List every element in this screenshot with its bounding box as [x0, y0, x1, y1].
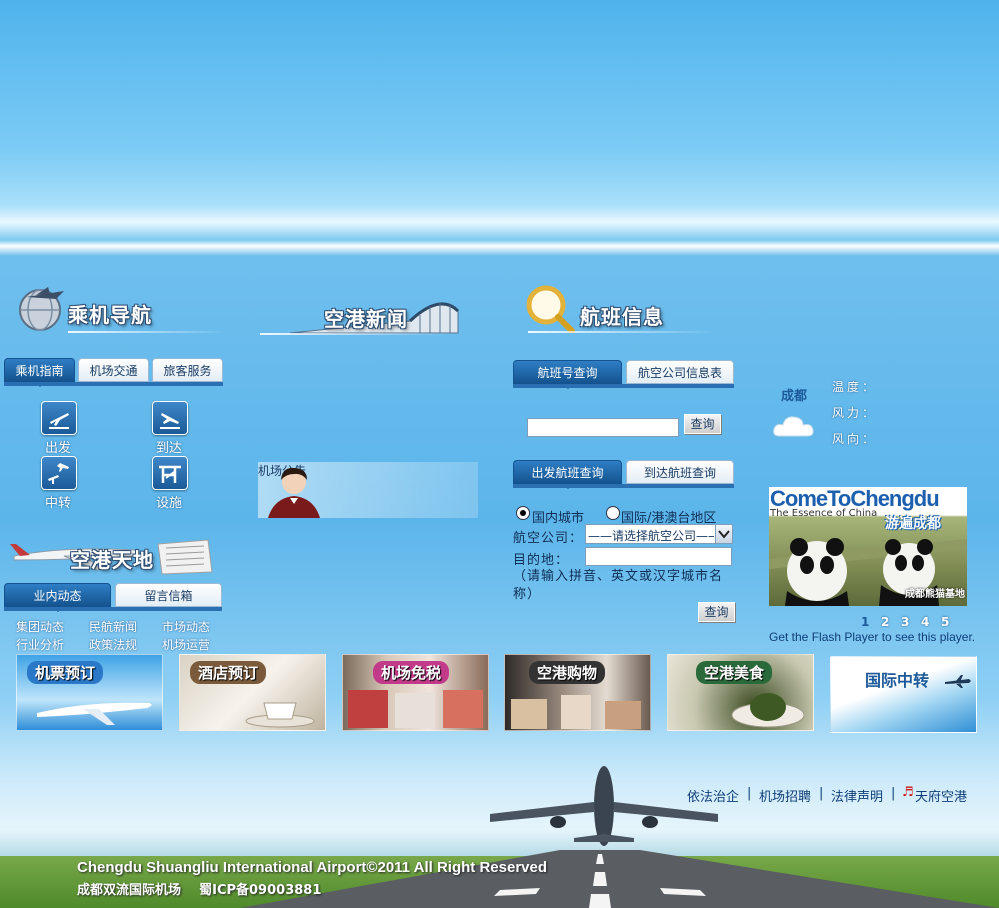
nav-section-header: 乘机导航	[10, 283, 230, 333]
footer-link-tianfu-airport[interactable]: 天府空港	[915, 786, 967, 805]
radio-domestic[interactable]	[516, 506, 530, 520]
transfer-icon[interactable]	[41, 456, 77, 490]
weather-temperature-label: 温度：	[832, 380, 878, 394]
tab-flight-number-search[interactable]: 航班号查询	[513, 360, 622, 389]
airline-select[interactable]: ——请选择航空公司——	[585, 524, 733, 544]
promo-page-4[interactable]: 4	[921, 615, 929, 629]
flight-number-input[interactable]	[527, 418, 679, 437]
magnifier-icon	[526, 285, 575, 333]
globe-plane-icon	[19, 287, 64, 331]
departure-icon[interactable]	[41, 401, 77, 435]
weather-direction-label: 风向：	[832, 432, 878, 446]
world-section-header: 空港天地	[4, 532, 216, 582]
banner-airport-shopping-label: 空港购物	[529, 661, 606, 684]
footer-separator-2: |	[819, 786, 824, 801]
banner-airport-food-label: 空港美食	[696, 661, 773, 684]
promo-page-3[interactable]: 3	[901, 615, 909, 629]
tab-departure-flights[interactable]: 出发航班查询	[513, 460, 622, 489]
banner-airport-food[interactable]: 空港美食	[667, 654, 814, 731]
airline-select-value: ——请选择航空公司——	[588, 529, 714, 543]
link-airport-operation[interactable]: 机场运营	[162, 636, 210, 653]
banner-international-transfer-label: 国际中转	[865, 671, 930, 690]
destination-input[interactable]	[585, 547, 732, 566]
promo-subtitle: The Essence of China	[770, 508, 878, 519]
chevron-down-icon[interactable]	[715, 525, 732, 543]
banner-hotel-booking-label: 酒店预订	[190, 661, 267, 684]
link-market-news[interactable]: 市场动态	[162, 618, 210, 635]
radio-domestic-label: 国内城市	[532, 511, 585, 526]
flight-section-header: 航班信息	[518, 283, 728, 333]
tab-industry-news[interactable]: 业内动态	[4, 583, 111, 612]
link-industry-analysis[interactable]: 行业分析	[16, 636, 64, 653]
facilities-icon[interactable]	[152, 456, 188, 490]
flight-query-button[interactable]: 查询	[698, 602, 735, 622]
airplane-icon	[37, 702, 152, 725]
link-aviation-news[interactable]: 民航新闻	[89, 618, 137, 635]
weather-city: 成都	[781, 389, 808, 404]
takeoff-airplane-image	[490, 766, 718, 846]
destination-hint: （请输入拼音、英文或汉字城市名称）	[513, 569, 724, 602]
flash-player-notice: Get the Flash Player to see this player.	[769, 630, 975, 644]
footer-copyright: Chengdu Shuangliu International Airport©…	[77, 859, 548, 876]
flight-section-title: 航班信息	[580, 305, 664, 329]
small-plane-icon	[945, 675, 971, 688]
link-policy[interactable]: 政策法规	[89, 636, 137, 653]
footer-link-law-governance[interactable]: 依法治企	[687, 786, 739, 805]
promo-page-1[interactable]: 1	[861, 615, 869, 629]
footer-link-legal[interactable]: 法律声明	[831, 786, 883, 805]
transfer-label[interactable]: 中转	[28, 492, 88, 511]
banner-duty-free-label: 机场免税	[373, 661, 450, 684]
nav-section-title: 乘机导航	[68, 303, 152, 327]
flash-player-link[interactable]: Get the Flash Player	[769, 630, 878, 644]
newspaper-icon	[157, 539, 213, 575]
footer-separator-3: |	[891, 786, 896, 801]
tab-boarding-guide[interactable]: 乘机指南	[4, 358, 75, 387]
flight-search-button[interactable]: 查询	[684, 414, 721, 434]
attendant-avatar	[268, 467, 320, 518]
destination-label: 目的地：	[513, 553, 570, 568]
dish-icon	[731, 693, 805, 728]
shopping-bags-icon	[511, 695, 641, 729]
news-section-header: 空港新闻	[260, 287, 478, 337]
weather-wind-label: 风力：	[832, 406, 878, 420]
flash-player-text: to see this player.	[878, 630, 976, 644]
arrival-icon[interactable]	[152, 401, 188, 435]
promo-page-2[interactable]: 2	[881, 615, 889, 629]
banner-ticket-booking[interactable]: 机票预订	[16, 654, 163, 731]
footer-icp: 成都双流国际机场 蜀ICP备09003881	[77, 883, 322, 898]
airline-label: 航空公司：	[513, 531, 584, 546]
footer-link-recruitment[interactable]: 机场招聘	[759, 786, 811, 805]
arrival-label[interactable]: 到达	[139, 437, 199, 456]
cloud-icon	[773, 416, 814, 437]
tea-cup-icon	[245, 702, 315, 728]
tab-airline-info[interactable]: 航空公司信息表	[626, 360, 734, 384]
tab-arrival-flights[interactable]: 到达航班查询	[626, 460, 734, 484]
banner-hotel-booking[interactable]: 酒店预订	[179, 654, 326, 731]
banner-airport-shopping[interactable]: 空港购物	[504, 654, 651, 731]
banner-international-transfer[interactable]: 国际中转	[830, 656, 977, 733]
banner-duty-free[interactable]: 机场免税	[342, 654, 489, 731]
banner-ticket-booking-label: 机票预订	[27, 661, 104, 684]
tab-message-box[interactable]: 留言信箱	[115, 583, 222, 607]
radio-international[interactable]	[606, 506, 620, 520]
footer-separator-1: |	[747, 786, 752, 801]
link-group-news[interactable]: 集团动态	[16, 618, 64, 635]
music-note-icon: ♬	[902, 785, 914, 800]
world-section-title: 空港天地	[70, 548, 154, 572]
promo-slideshow[interactable]: ComeToChengdu The Essence of China 游遍成都 …	[769, 487, 967, 606]
promo-page-5[interactable]: 5	[941, 615, 949, 629]
departure-label[interactable]: 出发	[28, 437, 88, 456]
tab-passenger-service[interactable]: 旅客服务	[152, 358, 223, 382]
facilities-label[interactable]: 设施	[139, 492, 199, 511]
shop-shelves-icon	[348, 690, 483, 728]
notice-section-header: 机场公告	[258, 462, 478, 518]
news-section-title: 空港新闻	[324, 307, 408, 331]
tab-airport-transport[interactable]: 机场交通	[78, 358, 149, 382]
promo-caption: 成都熊猫基地	[905, 589, 965, 600]
